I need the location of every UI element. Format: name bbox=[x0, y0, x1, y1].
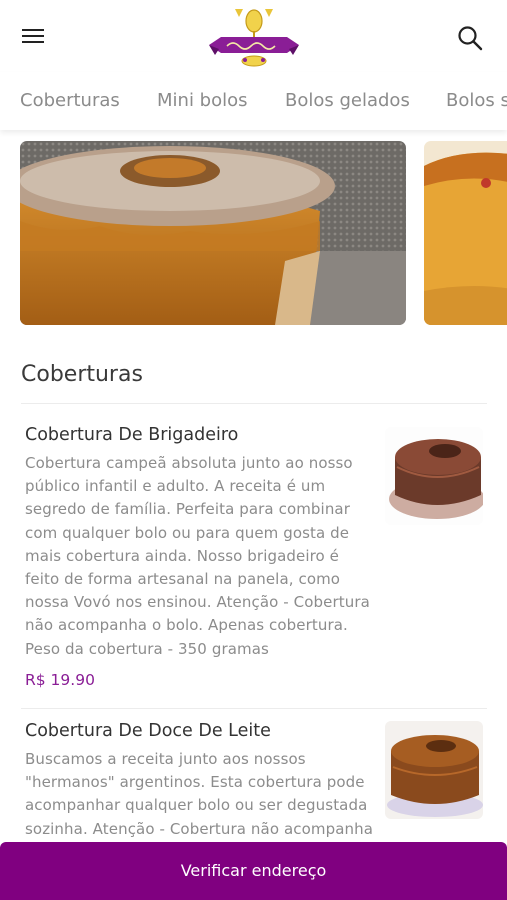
product-description: Cobertura campeã absoluta junto ao nosso… bbox=[25, 454, 370, 658]
product-image[interactable] bbox=[385, 721, 483, 819]
tab-bolos-gelados[interactable]: Bolos gelados bbox=[285, 90, 410, 111]
banner-image-next[interactable] bbox=[424, 141, 507, 325]
product-image[interactable] bbox=[385, 427, 483, 525]
tab-coberturas[interactable]: Coberturas bbox=[20, 90, 120, 111]
section-divider bbox=[21, 403, 487, 404]
hamburger-menu-icon[interactable] bbox=[22, 25, 48, 47]
tab-mini-bolos[interactable]: Mini bolos bbox=[157, 90, 248, 111]
product-description: Buscamos a receita junto aos nossos "her… bbox=[25, 750, 374, 838]
product-divider bbox=[21, 708, 487, 709]
banner-image[interactable] bbox=[20, 141, 406, 325]
product-price: R$ 19.90 bbox=[25, 670, 95, 689]
tab-bolos-s[interactable]: Bolos s bbox=[446, 90, 507, 111]
top-app-bar bbox=[0, 0, 507, 72]
category-tabs: Coberturas Mini bolos Bolos gelados Bolo… bbox=[0, 72, 507, 130]
section-title: Coberturas bbox=[21, 362, 143, 387]
search-icon[interactable] bbox=[456, 24, 484, 52]
verify-address-button[interactable]: Verificar endereço bbox=[0, 842, 507, 900]
brand-logo[interactable] bbox=[205, 5, 303, 69]
